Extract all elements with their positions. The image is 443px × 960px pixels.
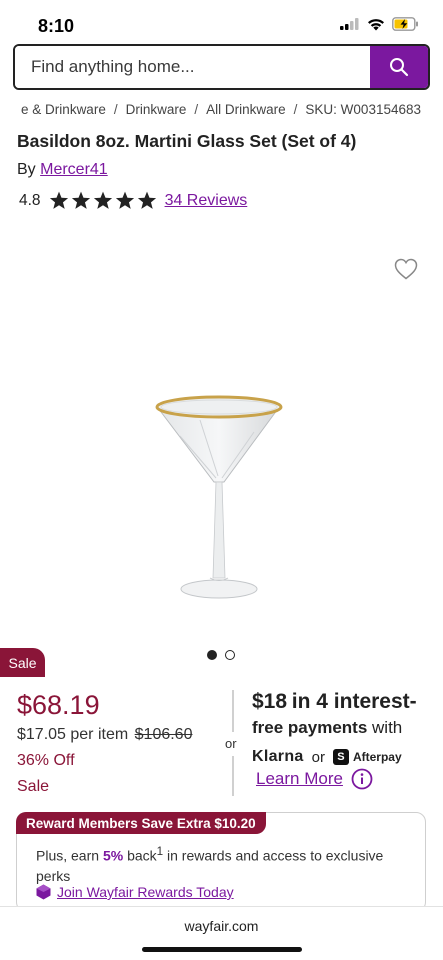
learn-more-row: Learn More — [256, 768, 373, 790]
home-indicator[interactable] — [142, 947, 302, 952]
breadcrumb-separator: / — [194, 102, 199, 117]
installment-text-2: free payments — [252, 718, 368, 737]
breadcrumb-item-drinkware[interactable]: Drinkware — [126, 102, 187, 117]
klarna-logo: Klarna — [252, 748, 304, 765]
divider — [232, 690, 234, 732]
cellular-signal-icon — [340, 18, 359, 30]
rating-value: 4.8 — [19, 191, 41, 209]
heart-icon — [394, 258, 418, 280]
search-icon — [390, 58, 409, 77]
rewards-gem-icon — [36, 884, 51, 900]
afterpay-logo: Afterpay — [352, 750, 402, 764]
installment-text-3: with — [372, 718, 403, 737]
search-button[interactable] — [370, 46, 428, 88]
star-icon — [93, 191, 112, 209]
rating-stars — [49, 191, 157, 210]
wifi-icon — [368, 18, 384, 30]
or-separator: or — [225, 736, 237, 751]
breadcrumb: e & Drinkware / Drinkware / All Drinkwar… — [0, 102, 443, 122]
reviews-link[interactable]: 34 Reviews — [165, 192, 248, 210]
join-rewards-link[interactable]: Join Wayfair Rewards Today — [57, 884, 234, 900]
product-title: Basildon 8oz. Martini Glass Set (Set of … — [17, 131, 357, 151]
carousel-dot-2[interactable] — [225, 650, 235, 660]
installment-text-1: in 4 interest- — [291, 690, 417, 713]
battery-charging-icon — [392, 17, 418, 31]
rewards-text-pre: Plus, earn — [36, 847, 100, 864]
breadcrumb-separator: / — [293, 102, 298, 117]
sale-price: $68.19 — [17, 690, 100, 720]
original-price: $106.60 — [134, 726, 193, 743]
afterpay-icon: S — [332, 749, 349, 765]
breadcrumb-item-glassware[interactable]: e & Drinkware — [21, 102, 106, 117]
search-input[interactable] — [15, 46, 372, 88]
carousel-dots — [207, 650, 235, 660]
url-bar[interactable]: wayfair.com — [0, 918, 443, 934]
product-byline: By Mercer41 — [17, 161, 108, 179]
rewards-tag: Reward Members Save Extra $10.20 — [16, 812, 266, 834]
installment-line-1: $18 in 4 interest- — [252, 690, 417, 714]
payment-providers: Klarna or S Afterpay — [252, 748, 402, 766]
carousel-dot-1[interactable] — [207, 650, 217, 660]
sale-badge: Sale — [0, 648, 45, 677]
browser-bottom-bar: wayfair.com — [0, 906, 443, 960]
learn-more-link[interactable]: Learn More — [256, 769, 343, 789]
brand-link[interactable]: Mercer41 — [40, 161, 108, 178]
rewards-footnote: 1 — [156, 845, 164, 858]
join-rewards-row: Join Wayfair Rewards Today — [36, 884, 234, 900]
status-icons — [340, 17, 419, 31]
percent-off: 36% Off — [17, 752, 75, 769]
breadcrumb-item-all-drinkware[interactable]: All Drinkware — [206, 102, 286, 117]
per-item-price: $17.05 per item $106.60 — [17, 726, 192, 744]
star-icon — [137, 191, 156, 209]
status-bar: 8:10 — [0, 0, 443, 50]
product-image[interactable] — [150, 390, 290, 625]
status-time: 8:10 — [38, 16, 75, 36]
breadcrumb-separator: / — [113, 102, 118, 117]
favorite-button[interactable] — [394, 258, 418, 285]
rewards-percent: 5% — [102, 847, 124, 864]
divider — [232, 756, 234, 796]
product-rating: 4.8 34 Reviews — [19, 191, 247, 210]
rewards-text: Plus, earn 5% back1 in rewards and acces… — [36, 842, 406, 886]
rewards-text-back: back — [127, 847, 157, 864]
star-icon — [115, 191, 134, 209]
installment-amount: $18 — [252, 690, 288, 713]
search-bar — [13, 44, 430, 90]
by-label: By — [17, 161, 36, 178]
installment-line-2: free payments with — [252, 718, 402, 738]
breadcrumb-sku: SKU: W003154683 — [305, 102, 421, 117]
per-item-text: $17.05 per item — [17, 726, 129, 743]
star-icon — [71, 191, 90, 209]
provider-or: or — [311, 748, 325, 766]
martini-glass-image — [155, 395, 283, 599]
info-icon[interactable] — [351, 768, 373, 790]
sale-label: Sale — [17, 778, 50, 795]
star-icon — [49, 191, 68, 209]
